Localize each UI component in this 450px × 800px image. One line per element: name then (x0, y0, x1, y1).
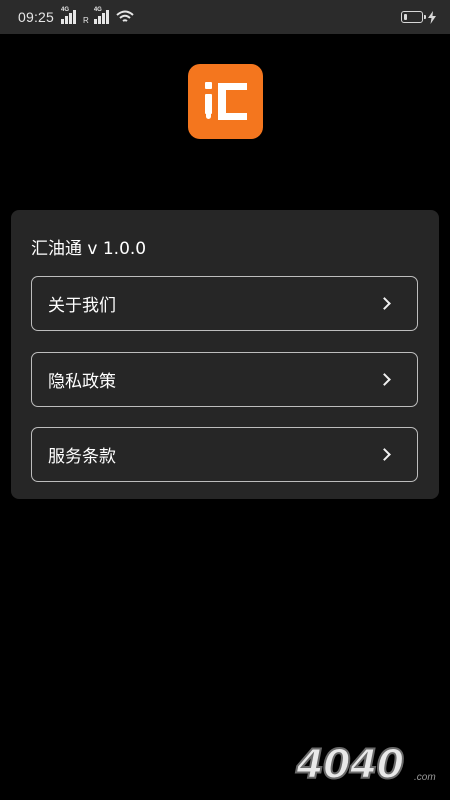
about-us-label: 关于我们 (48, 296, 116, 316)
privacy-policy-button[interactable]: 隐私政策 (31, 352, 418, 407)
network-type-label-2: 4G (93, 7, 102, 13)
about-us-button[interactable]: 关于我们 (31, 276, 418, 331)
terms-of-service-button[interactable]: 服务条款 (31, 427, 418, 482)
huiyoutong-logo-icon (188, 64, 263, 139)
chevron-right-icon (378, 448, 391, 461)
watermark-suffix: .com (414, 772, 436, 783)
signal-strength-icon-2: 4G (93, 7, 109, 24)
watermark-text: 4040 (295, 741, 405, 789)
charging-bolt-icon (428, 10, 436, 24)
battery-fill (404, 14, 407, 20)
status-bar-left: 09:25 4G R 4G (18, 7, 134, 25)
chevron-right-icon (378, 373, 391, 386)
watermark-logo: 4040 .com (295, 741, 446, 792)
network-type-label: 4G (61, 7, 70, 13)
status-bar-right (401, 10, 436, 24)
wifi-icon (116, 10, 134, 22)
battery-icon (401, 11, 426, 23)
app-version-label: 汇油通 v 1.0.0 (31, 239, 147, 259)
privacy-policy-label: 隐私政策 (48, 372, 116, 392)
signal-strength-icon: 4G (61, 7, 77, 24)
status-time: 09:25 (18, 9, 55, 25)
status-bar: 09:25 4G R 4G (0, 0, 450, 34)
about-screen: 09:25 4G R 4G 汇油通 v 1.0.0 关于我们 隐私政策 服务条款… (0, 0, 450, 800)
chevron-right-icon (378, 297, 391, 310)
roaming-indicator: R (83, 16, 89, 25)
terms-of-service-label: 服务条款 (48, 447, 116, 467)
about-card: 汇油通 v 1.0.0 关于我们 隐私政策 服务条款 (11, 210, 439, 499)
